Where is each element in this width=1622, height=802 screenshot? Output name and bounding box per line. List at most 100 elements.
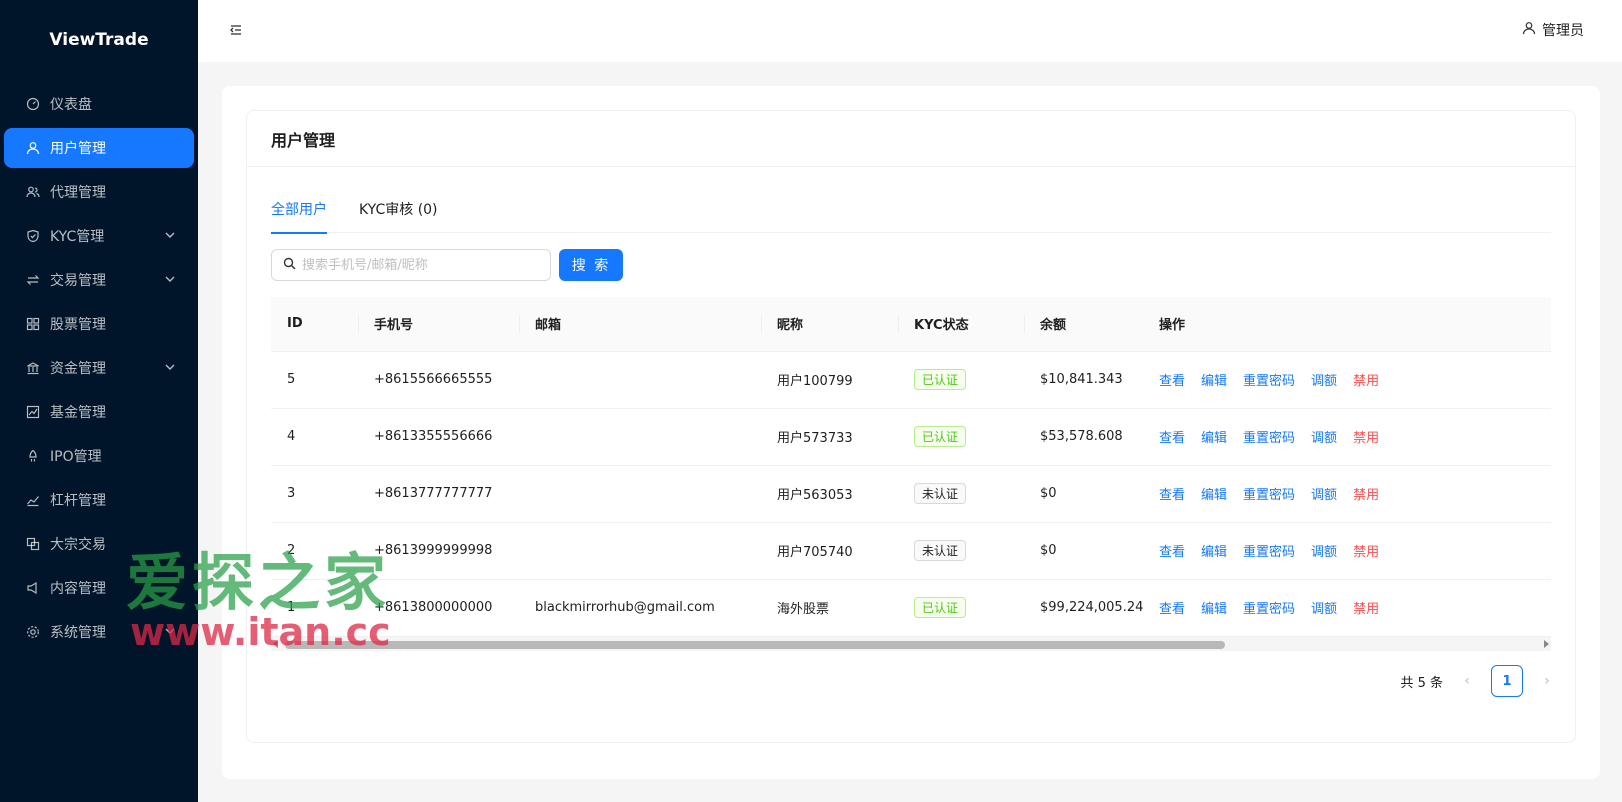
action-view-link[interactable]: 查看 <box>1159 545 1185 560</box>
action-reset-password-link[interactable]: 重置密码 <box>1243 374 1295 389</box>
cell-id: 5 <box>271 351 358 409</box>
sidebar-item-ipo[interactable]: IPO管理 <box>4 436 194 476</box>
search-field[interactable] <box>271 249 551 281</box>
sidebar-item-label: 基金管理 <box>50 405 106 421</box>
cell-actions: 查看 编辑 重置密码 调额 禁用 <box>1143 522 1551 580</box>
sidebar-item-item-1[interactable]: 用户管理 <box>4 128 194 168</box>
bank-icon <box>26 361 40 375</box>
sidebar-item-item-0[interactable]: 仪表盘 <box>4 84 194 124</box>
cell-email <box>519 522 761 580</box>
action-adjust-balance-link[interactable]: 调额 <box>1311 431 1337 446</box>
table-row: 5 +8615566665555 用户100799 已认证 $10,841.343 查看 编… <box>271 351 1551 409</box>
cell-id: 3 <box>271 465 358 523</box>
chevron-down-icon <box>164 273 176 285</box>
content-area: 用户管理 全部用户 KYC审核 (0) 搜 索手机号/邮箱/昵称 搜 索 ID … <box>222 86 1600 779</box>
chevron-down-icon <box>164 625 176 637</box>
tab-kyc-review[interactable]: KYC审核 (0) <box>359 191 438 233</box>
sidebar-item-kyc[interactable]: KYC管理 <box>4 216 194 256</box>
action-view-link[interactable]: 查看 <box>1159 488 1185 503</box>
sidebar-item-item-5[interactable]: 股票管理 <box>4 304 194 344</box>
table-row: 3 +8613777777777 用户563053 未认证 $0 查看 编辑 重置密码 调额 禁用 <box>271 465 1551 523</box>
user-management-card: 用户管理 全部用户 KYC审核 (0) 搜 索手机号/邮箱/昵称 搜 索 ID … <box>246 110 1576 743</box>
action-disable-link[interactable]: 禁用 <box>1353 545 1379 560</box>
rocket-icon <box>26 449 40 463</box>
sidebar-item-item-9[interactable]: 杠杆管理 <box>4 480 194 520</box>
sidebar-item-item-7[interactable]: 基金管理 <box>4 392 194 432</box>
action-edit-link[interactable]: 编辑 <box>1201 374 1227 389</box>
scroll-left-arrow-icon[interactable] <box>273 639 278 648</box>
page-number[interactable]: 1 <box>1491 665 1523 697</box>
scroll-right-arrow-icon[interactable] <box>1544 639 1549 648</box>
cell-id: 2 <box>271 522 358 580</box>
fund-icon <box>26 405 40 419</box>
column-header-phone: 手机号 <box>358 297 519 352</box>
action-view-link[interactable]: 查看 <box>1159 602 1185 617</box>
chevron-down-icon <box>164 229 176 241</box>
table-row: 1 +8613800000000 blackmirrorhub@gmail.com 海… <box>271 579 1551 637</box>
cell-actions: 查看 编辑 重置密码 调额 禁用 <box>1143 351 1551 409</box>
action-adjust-balance-link[interactable]: 调额 <box>1311 374 1337 389</box>
sidebar-item-item-10[interactable]: 大宗交易 <box>4 524 194 564</box>
horizontal-scrollbar[interactable] <box>271 636 1551 651</box>
user-icon <box>1522 21 1536 39</box>
action-reset-password-link[interactable]: 重置密码 <box>1243 602 1295 617</box>
pagination: 共 5 条 ‹ 1 › <box>1400 665 1555 697</box>
sidebar-item-label: KYC管理 <box>50 229 105 245</box>
appstore-icon <box>26 317 40 331</box>
page-title: 用户管理 <box>247 111 1575 167</box>
action-adjust-balance-link[interactable]: 调额 <box>1311 602 1337 617</box>
action-view-link[interactable]: 查看 <box>1159 374 1185 389</box>
action-reset-password-link[interactable]: 重置密码 <box>1243 545 1295 560</box>
action-reset-password-link[interactable]: 重置密码 <box>1243 431 1295 446</box>
sidebar-item-label: 大宗交易 <box>50 537 106 553</box>
menu-fold-icon[interactable] <box>228 22 244 38</box>
cell-actions: 查看 编辑 重置密码 调额 禁用 <box>1143 579 1551 637</box>
app-logo[interactable]: ViewTrade <box>0 0 198 80</box>
column-header-balance: 余额 <box>1024 297 1143 352</box>
tab-all-users[interactable]: 全部用户 <box>271 191 327 234</box>
team-icon <box>26 185 40 199</box>
search-bar: 搜 索 <box>271 249 1551 281</box>
user-menu[interactable]: 管理员 <box>1522 20 1584 40</box>
sidebar-item-label: 交易管理 <box>50 273 106 289</box>
action-reset-password-link[interactable]: 重置密码 <box>1243 488 1295 503</box>
action-edit-link[interactable]: 编辑 <box>1201 431 1227 446</box>
sidebar-item-label: IPO管理 <box>50 449 102 465</box>
cell-balance: $99,224,005.243 <box>1024 579 1143 637</box>
action-view-link[interactable]: 查看 <box>1159 431 1185 446</box>
search-input[interactable] <box>302 257 532 273</box>
action-disable-link[interactable]: 禁用 <box>1353 602 1379 617</box>
column-header-email: 邮箱 <box>519 297 761 352</box>
user-icon <box>26 141 40 155</box>
sidebar-item-item-2[interactable]: 代理管理 <box>4 172 194 212</box>
next-page-icon[interactable]: › <box>1539 673 1555 689</box>
cell-kyc: 已认证 <box>898 579 1024 637</box>
tabs: 全部用户 KYC审核 (0) <box>271 191 1551 234</box>
action-disable-link[interactable]: 禁用 <box>1353 374 1379 389</box>
cell-balance: $10,841.343 <box>1024 351 1143 409</box>
cell-actions: 查看 编辑 重置密码 调额 禁用 <box>1143 465 1551 523</box>
table-header-row: ID 手机号 邮箱 昵称 KYC状态 余额 操作 <box>271 297 1551 352</box>
action-disable-link[interactable]: 禁用 <box>1353 488 1379 503</box>
cell-email <box>519 351 761 409</box>
action-edit-link[interactable]: 编辑 <box>1201 545 1227 560</box>
action-disable-link[interactable]: 禁用 <box>1353 431 1379 446</box>
cell-kyc: 已认证 <box>898 351 1024 409</box>
action-edit-link[interactable]: 编辑 <box>1201 488 1227 503</box>
notification-icon <box>26 581 40 595</box>
sidebar-item-label: 仪表盘 <box>50 97 92 113</box>
scrollbar-thumb[interactable] <box>285 640 1225 649</box>
action-edit-link[interactable]: 编辑 <box>1201 602 1227 617</box>
sidebar-item-label: 用户管理 <box>50 141 106 157</box>
swap-icon <box>26 273 40 287</box>
search-button[interactable]: 搜 索 <box>559 249 623 281</box>
sidebar-item-item-12[interactable]: 系统管理 <box>4 612 194 652</box>
sidebar-item-item-6[interactable]: 资金管理 <box>4 348 194 388</box>
sidebar-item-label: 内容管理 <box>50 581 106 597</box>
cell-email: blackmirrorhub@gmail.com <box>519 579 761 637</box>
action-adjust-balance-link[interactable]: 调额 <box>1311 545 1337 560</box>
sidebar-item-item-4[interactable]: 交易管理 <box>4 260 194 300</box>
prev-page-icon[interactable]: ‹ <box>1459 673 1475 689</box>
sidebar-item-item-11[interactable]: 内容管理 <box>4 568 194 608</box>
action-adjust-balance-link[interactable]: 调额 <box>1311 488 1337 503</box>
